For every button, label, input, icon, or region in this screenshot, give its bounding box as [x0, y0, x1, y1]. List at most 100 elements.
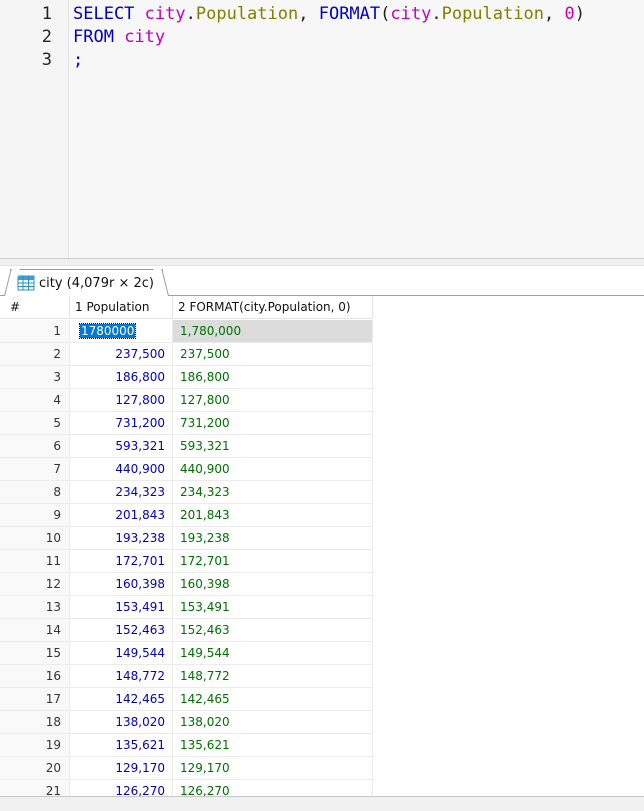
row-number-cell[interactable]: 13: [0, 596, 70, 619]
row-number-cell[interactable]: 19: [0, 734, 70, 757]
line-number: 2: [41, 27, 52, 47]
dot: .: [185, 4, 196, 24]
table-row[interactable]: 19 135,621 135,621: [0, 734, 373, 757]
row-number-cell[interactable]: 15: [0, 642, 70, 665]
formatted-population-cell[interactable]: 160,398: [173, 573, 373, 596]
table-row[interactable]: 3 186,800 186,800: [0, 366, 373, 389]
row-number-cell[interactable]: 2: [0, 343, 70, 366]
row-number-cell[interactable]: 18: [0, 711, 70, 734]
formatted-population-cell[interactable]: 142,465: [173, 688, 373, 711]
formatted-population-cell[interactable]: 127,800: [173, 389, 373, 412]
function-format: FORMAT: [318, 4, 381, 24]
population-cell[interactable]: 172,701: [70, 550, 173, 573]
comma: ,: [298, 4, 319, 24]
population-cell[interactable]: 138,020: [70, 711, 173, 734]
table-row[interactable]: 7 440,900 440,900: [0, 458, 373, 481]
formatted-population-cell[interactable]: 237,500: [173, 343, 373, 366]
formatted-population-cell[interactable]: 201,843: [173, 504, 373, 527]
table-row[interactable]: 13 153,491 153,491: [0, 596, 373, 619]
code-line-3[interactable]: ;: [73, 49, 83, 72]
row-number-cell[interactable]: 16: [0, 665, 70, 688]
formatted-population-cell[interactable]: 172,701: [173, 550, 373, 573]
table-row[interactable]: 16 148,772 148,772: [0, 665, 373, 688]
table-row[interactable]: 21 126,270 126,270: [0, 780, 373, 796]
row-number-cell[interactable]: 4: [0, 389, 70, 412]
table-row[interactable]: 2 237,500 237,500: [0, 343, 373, 366]
row-number-cell[interactable]: 1: [0, 320, 70, 343]
pane-splitter[interactable]: [0, 258, 644, 266]
population-cell[interactable]: 153,491: [70, 596, 173, 619]
formatted-population-cell[interactable]: 126,270: [173, 780, 373, 796]
formatted-population-cell[interactable]: 135,621: [173, 734, 373, 757]
row-number-cell[interactable]: 6: [0, 435, 70, 458]
row-number-cell[interactable]: 12: [0, 573, 70, 596]
code-text-area[interactable]: SELECT city.Population, FORMAT(city.Popu…: [69, 0, 644, 258]
formatted-population-cell[interactable]: 731,200: [173, 412, 373, 435]
table-row[interactable]: 4 127,800 127,800: [0, 389, 373, 412]
table-row[interactable]: 6 593,321 593,321: [0, 435, 373, 458]
formatted-population-cell[interactable]: 193,238: [173, 527, 373, 550]
formatted-population-cell[interactable]: 129,170: [173, 757, 373, 780]
population-cell[interactable]: 440,900: [70, 458, 173, 481]
formatted-population-cell[interactable]: 138,020: [173, 711, 373, 734]
population-cell[interactable]: 142,465: [70, 688, 173, 711]
row-number-cell[interactable]: 14: [0, 619, 70, 642]
table-row[interactable]: 15 149,544 149,544: [0, 642, 373, 665]
code-line-2[interactable]: FROM city: [73, 26, 165, 49]
row-number-cell[interactable]: 21: [0, 780, 70, 796]
row-number-cell[interactable]: 9: [0, 504, 70, 527]
population-cell[interactable]: 1780000: [70, 320, 173, 343]
table-row[interactable]: 9 201,843 201,843: [0, 504, 373, 527]
population-cell[interactable]: 731,200: [70, 412, 173, 435]
table-row[interactable]: 17 142,465 142,465: [0, 688, 373, 711]
population-cell[interactable]: 127,800: [70, 389, 173, 412]
population-cell[interactable]: 234,323: [70, 481, 173, 504]
formatted-population-cell[interactable]: 153,491: [173, 596, 373, 619]
formatted-population-cell[interactable]: 1,780,000: [173, 320, 373, 343]
table-row[interactable]: 20 129,170 129,170: [0, 757, 373, 780]
sql-editor[interactable]: 1 2 3 SELECT city.Population, FORMAT(cit…: [0, 0, 644, 258]
population-cell[interactable]: 126,270: [70, 780, 173, 796]
population-cell[interactable]: 193,238: [70, 527, 173, 550]
row-number-cell[interactable]: 11: [0, 550, 70, 573]
table-row[interactable]: 8 234,323 234,323: [0, 481, 373, 504]
formatted-population-cell[interactable]: 148,772: [173, 665, 373, 688]
population-cell[interactable]: 237,500: [70, 343, 173, 366]
column-header-rownum[interactable]: #: [0, 296, 70, 319]
formatted-population-cell[interactable]: 440,900: [173, 458, 373, 481]
result-grid[interactable]: # 1 Population 2 FORMAT(city.Population,…: [0, 296, 644, 796]
formatted-population-cell[interactable]: 152,463: [173, 619, 373, 642]
column-header-population[interactable]: 1 Population: [70, 296, 173, 319]
row-number-cell[interactable]: 10: [0, 527, 70, 550]
population-cell[interactable]: 186,800: [70, 366, 173, 389]
column-header-format[interactable]: 2 FORMAT(city.Population, 0): [173, 296, 373, 319]
population-cell[interactable]: 160,398: [70, 573, 173, 596]
result-tab-city[interactable]: city (4,079r × 2c): [10, 269, 163, 296]
table-row[interactable]: 12 160,398 160,398: [0, 573, 373, 596]
code-line-1[interactable]: SELECT city.Population, FORMAT(city.Popu…: [73, 3, 585, 26]
population-cell[interactable]: 593,321: [70, 435, 173, 458]
population-cell[interactable]: 135,621: [70, 734, 173, 757]
line-number: 1: [41, 4, 52, 24]
table-row[interactable]: 11 172,701 172,701: [0, 550, 373, 573]
table-row[interactable]: 10 193,238 193,238: [0, 527, 373, 550]
row-number-cell[interactable]: 7: [0, 458, 70, 481]
population-cell[interactable]: 148,772: [70, 665, 173, 688]
formatted-population-cell[interactable]: 149,544: [173, 642, 373, 665]
row-number-cell[interactable]: 5: [0, 412, 70, 435]
table-row[interactable]: 5 731,200 731,200: [0, 412, 373, 435]
row-number-cell[interactable]: 3: [0, 366, 70, 389]
row-number-cell[interactable]: 17: [0, 688, 70, 711]
table-row[interactable]: 18 138,020 138,020: [0, 711, 373, 734]
table-row[interactable]: 14 152,463 152,463: [0, 619, 373, 642]
population-cell[interactable]: 152,463: [70, 619, 173, 642]
population-cell[interactable]: 149,544: [70, 642, 173, 665]
population-cell[interactable]: 201,843: [70, 504, 173, 527]
formatted-population-cell[interactable]: 234,323: [173, 481, 373, 504]
population-cell[interactable]: 129,170: [70, 757, 173, 780]
formatted-population-cell[interactable]: 186,800: [173, 366, 373, 389]
row-number-cell[interactable]: 20: [0, 757, 70, 780]
table-row[interactable]: 1 1780000 1,780,000: [0, 320, 373, 343]
formatted-population-cell[interactable]: 593,321: [173, 435, 373, 458]
row-number-cell[interactable]: 8: [0, 481, 70, 504]
